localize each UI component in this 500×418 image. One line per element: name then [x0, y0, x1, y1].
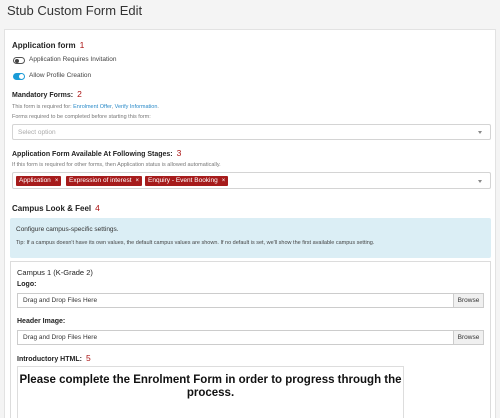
info-tip: Tip: If a campus doesn't have its own va… [16, 240, 375, 246]
campus-panel: Campus 1 (K-Grade 2) Logo: Drag and Drop… [10, 261, 491, 418]
mandatory-forms-heading: Mandatory Forms: 2 [12, 89, 82, 99]
intro-html-editor[interactable]: Please complete the Enrolment Form in or… [17, 366, 404, 418]
tag-label: Expression of interest [69, 177, 132, 184]
stages-help: If this form is required for other forms… [12, 162, 221, 168]
chevron-down-icon [478, 180, 482, 183]
logo-file-input[interactable]: Drag and Drop Files Here Browse [17, 293, 484, 308]
marker-3: 3 [176, 148, 182, 158]
requires-invitation-label: Application Requires Invitation [29, 56, 117, 63]
drop-text: Drag and Drop Files Here [23, 334, 98, 341]
campus-look-heading: Campus Look & Feel 4 [12, 203, 100, 213]
chevron-down-icon [478, 131, 482, 134]
toggle-knob [15, 58, 19, 63]
header-image-label: Header Image: [17, 318, 66, 325]
form-card: Application form 1 Application Requires I… [4, 29, 496, 418]
mandatory-forms-heading-text: Mandatory Forms: [12, 92, 74, 99]
stage-tag-application[interactable]: Application × [16, 176, 62, 186]
application-form-heading-text: Application form [12, 41, 76, 50]
info-title: Configure campus-specific settings. [16, 226, 119, 233]
intro-html-content: Please complete the Enrolment Form in or… [19, 374, 402, 399]
select-placeholder: Select option [18, 129, 56, 136]
help-separator: , [111, 104, 114, 110]
enrolment-offer-link[interactable]: Enrolment Offer [73, 104, 111, 110]
toggle-knob [19, 74, 24, 79]
campus-title: Campus 1 (K-Grade 2) [17, 268, 93, 277]
logo-label: Logo: [17, 281, 37, 288]
page-title: Stub Custom Form Edit [7, 3, 143, 18]
intro-html-label-text: Introductory HTML: [17, 356, 82, 363]
stages-heading: Application Form Available At Following … [12, 148, 181, 158]
marker-2: 2 [77, 89, 82, 99]
intro-html-label: Introductory HTML: 5 [17, 353, 91, 363]
marker-4: 4 [95, 203, 100, 213]
marker-5: 5 [85, 353, 91, 363]
campus-info-alert: Configure campus-specific settings. Tip:… [10, 218, 491, 258]
marker-1: 1 [79, 40, 85, 50]
verify-information-link[interactable]: Verify Information [115, 104, 158, 110]
stage-tag-expression-of-interest[interactable]: Expression of interest × [66, 176, 143, 186]
drop-text: Drag and Drop Files Here [23, 297, 98, 304]
requires-invitation-toggle[interactable] [13, 57, 25, 64]
mandatory-forms-help: This form is required for: Enrolment Off… [12, 104, 159, 110]
header-image-file-input[interactable]: Drag and Drop Files Here Browse [17, 330, 484, 345]
allow-profile-creation-toggle[interactable] [13, 73, 25, 80]
logo-browse-button[interactable]: Browse [453, 294, 483, 307]
help-prefix: This form is required for: [12, 104, 72, 110]
mandatory-forms-select[interactable]: Select option [12, 124, 491, 140]
remove-tag-icon[interactable]: × [136, 178, 140, 184]
help-suffix: . [157, 104, 159, 110]
stages-select[interactable]: Application × Expression of interest × Enq… [12, 172, 491, 189]
tag-label: Enquiry - Event Booking [148, 177, 218, 184]
stages-heading-text: Application Form Available At Following … [12, 151, 173, 158]
tag-label: Application [19, 177, 51, 184]
remove-tag-icon[interactable]: × [222, 178, 226, 184]
mandatory-forms-help2: Forms required to be completed before st… [12, 114, 151, 120]
stage-tag-enquiry-event-booking[interactable]: Enquiry - Event Booking × [145, 176, 229, 186]
allow-profile-creation-label: Allow Profile Creation [29, 72, 92, 79]
campus-look-heading-text: Campus Look & Feel [12, 204, 92, 213]
remove-tag-icon[interactable]: × [55, 178, 59, 184]
header-browse-button[interactable]: Browse [453, 331, 483, 344]
application-form-heading: Application form 1 [12, 40, 84, 50]
